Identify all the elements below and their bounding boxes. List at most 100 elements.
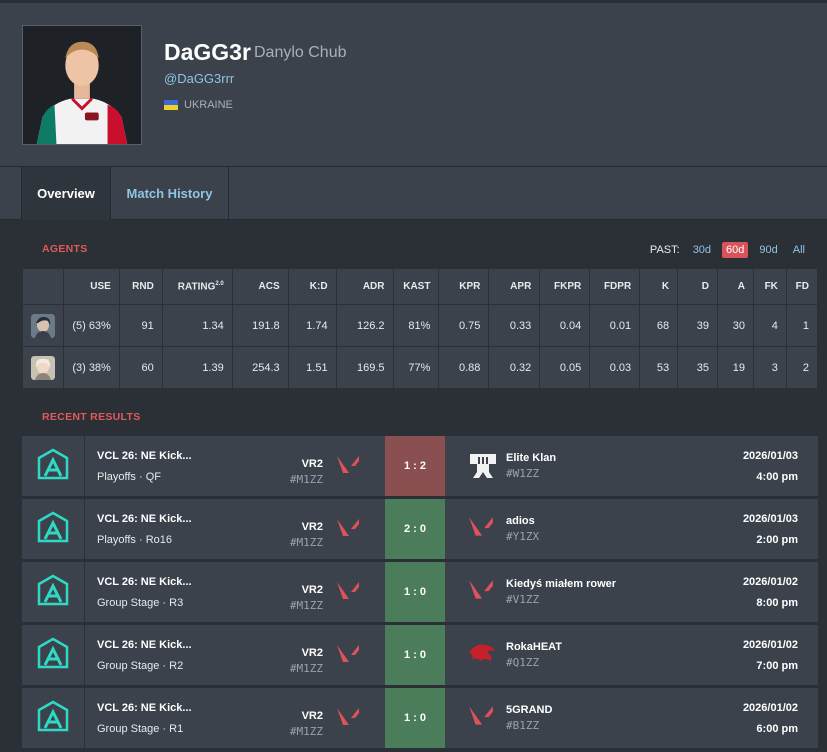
- cell-fd: 2: [785, 346, 819, 389]
- event-stage: Group Stage · R3: [97, 597, 184, 609]
- agents-table: USE RND RATING2.0 ACS K:D ADR KAST KPR A…: [22, 268, 819, 389]
- event-logo: [22, 436, 85, 496]
- cell-fkpr: 0.05: [539, 346, 591, 389]
- filter-30d[interactable]: 30d: [689, 242, 715, 258]
- column-header-apr[interactable]: APR: [488, 268, 541, 305]
- valorant-logo-icon: [337, 582, 359, 599]
- cell-apr: 0.33: [488, 304, 541, 347]
- column-header-kpr[interactable]: KPR: [438, 268, 490, 305]
- cell-adr: 126.2: [335, 304, 394, 347]
- cell-a: 19: [717, 346, 754, 389]
- cell-fdpr: 0.03: [589, 346, 641, 389]
- vcl-event-icon: [37, 511, 69, 543]
- country-label: UKRAINE: [184, 99, 233, 111]
- match-date: 2026/01/02: [742, 639, 798, 651]
- column-header-adr[interactable]: ADR: [335, 268, 394, 305]
- team-left-tag: #M1ZZ: [289, 599, 323, 612]
- event-logo: [22, 562, 85, 622]
- column-header-kd[interactable]: K:D: [287, 268, 337, 305]
- cell-acs: 191.8: [231, 304, 289, 347]
- column-header-use[interactable]: USE: [62, 268, 120, 305]
- team-right-tag: #Y1ZX: [506, 530, 540, 543]
- vcl-event-icon: [37, 448, 69, 480]
- team-left-tag: #M1ZZ: [289, 473, 323, 486]
- column-header-agent: [22, 268, 64, 305]
- agent-cell: [22, 304, 64, 347]
- team-left-tag: #M1ZZ: [289, 662, 323, 675]
- match-row[interactable]: VCL 26: NE Kick... Playoffs · Ro16 VR2 #…: [22, 499, 818, 559]
- match-date: 2026/01/02: [742, 576, 798, 588]
- tab-match-history[interactable]: Match History: [111, 167, 229, 220]
- column-header-a[interactable]: A: [717, 268, 754, 305]
- match-row[interactable]: VCL 26: NE Kick... Group Stage · R2 VR2 …: [22, 625, 818, 685]
- cell-kpr: 0.75: [438, 304, 490, 347]
- team-left-tag: #M1ZZ: [289, 725, 323, 738]
- filter-all[interactable]: All: [789, 242, 809, 258]
- cell-rnd: 60: [118, 346, 163, 389]
- column-header-fkpr[interactable]: FKPR: [539, 268, 591, 305]
- vcl-event-icon: [37, 700, 69, 732]
- event-logo: [22, 499, 85, 559]
- cell-kd: 1.51: [287, 346, 337, 389]
- column-header-kast[interactable]: KAST: [392, 268, 440, 305]
- column-header-fd[interactable]: FD: [785, 268, 819, 305]
- team-left-name: VR2: [301, 647, 323, 659]
- column-header-d[interactable]: D: [677, 268, 719, 305]
- agents-section-title: AGENTS: [42, 243, 88, 255]
- match-score: 1 : 0: [385, 562, 445, 622]
- cell-fkpr: 0.04: [539, 304, 591, 347]
- cell-rnd: 91: [118, 304, 163, 347]
- player-handle-link[interactable]: @DaGG3rrr: [164, 71, 234, 86]
- match-score: 1 : 0: [385, 688, 445, 748]
- vcl-event-icon: [37, 637, 69, 669]
- cell-kast: 77%: [392, 346, 440, 389]
- match-time: 7:00 pm: [756, 660, 798, 672]
- event-logo: [22, 688, 85, 748]
- cell-fk: 4: [752, 304, 787, 347]
- past-filter: PAST: 30d 60d 90d All: [650, 242, 809, 258]
- team-left-name: VR2: [301, 584, 323, 596]
- team-right-tag: #W1ZZ: [506, 467, 540, 480]
- column-header-acs[interactable]: ACS: [231, 268, 289, 305]
- agent-cell: [22, 346, 64, 389]
- match-score: 2 : 0: [385, 499, 445, 559]
- agent-row: (5) 63% 91 1.34 191.8 1.74 126.2 81% 0.7…: [22, 304, 819, 347]
- column-header-rnd[interactable]: RND: [118, 268, 163, 305]
- filter-60d[interactable]: 60d: [722, 242, 749, 258]
- valorant-logo-icon: [337, 708, 359, 725]
- column-header-k[interactable]: K: [639, 268, 679, 305]
- column-header-fdpr[interactable]: FDPR: [589, 268, 641, 305]
- cell-fk: 3: [752, 346, 787, 389]
- agent-row: (3) 38% 60 1.39 254.3 1.51 169.5 77% 0.8…: [22, 346, 819, 389]
- match-date: 2026/01/02: [742, 702, 798, 714]
- elite-klan-logo-icon: [470, 454, 496, 478]
- valorant-logo-icon: [337, 645, 359, 662]
- cell-kpr: 0.88: [438, 346, 490, 389]
- player-country: UKRAINE: [164, 99, 233, 111]
- team-right-name: 5GRAND: [506, 704, 553, 716]
- team-left-name: VR2: [301, 710, 323, 722]
- event-stage: Group Stage · R2: [97, 660, 184, 672]
- filter-90d[interactable]: 90d: [755, 242, 781, 258]
- column-header-fk[interactable]: FK: [752, 268, 787, 305]
- team-right-name: Elite Klan: [506, 452, 557, 464]
- column-header-rating[interactable]: RATING2.0: [161, 268, 233, 305]
- cell-fdpr: 0.01: [589, 304, 641, 347]
- event-name: VCL 26: NE Kick...: [97, 702, 192, 714]
- event-name: VCL 26: NE Kick...: [97, 513, 192, 525]
- cell-d: 39: [677, 304, 719, 347]
- cell-kast: 81%: [392, 304, 440, 347]
- match-row[interactable]: VCL 26: NE Kick... Group Stage · R1 VR2 …: [22, 688, 818, 748]
- tab-overview[interactable]: Overview: [21, 167, 111, 220]
- team-left-name: VR2: [301, 521, 323, 533]
- match-row[interactable]: VCL 26: NE Kick... Group Stage · R3 VR2 …: [22, 562, 818, 622]
- match-date: 2026/01/03: [742, 513, 798, 525]
- match-score: 1 : 0: [385, 625, 445, 685]
- valorant-logo-icon: [337, 519, 359, 536]
- team-left-tag: #M1ZZ: [289, 536, 323, 549]
- team-right-tag: #Q1ZZ: [506, 656, 540, 669]
- cell-adr: 169.5: [335, 346, 394, 389]
- match-row[interactable]: VCL 26: NE Kick... Playoffs · QF VR2 #M1…: [22, 436, 818, 496]
- cell-apr: 0.32: [488, 346, 541, 389]
- event-name: VCL 26: NE Kick...: [97, 639, 192, 651]
